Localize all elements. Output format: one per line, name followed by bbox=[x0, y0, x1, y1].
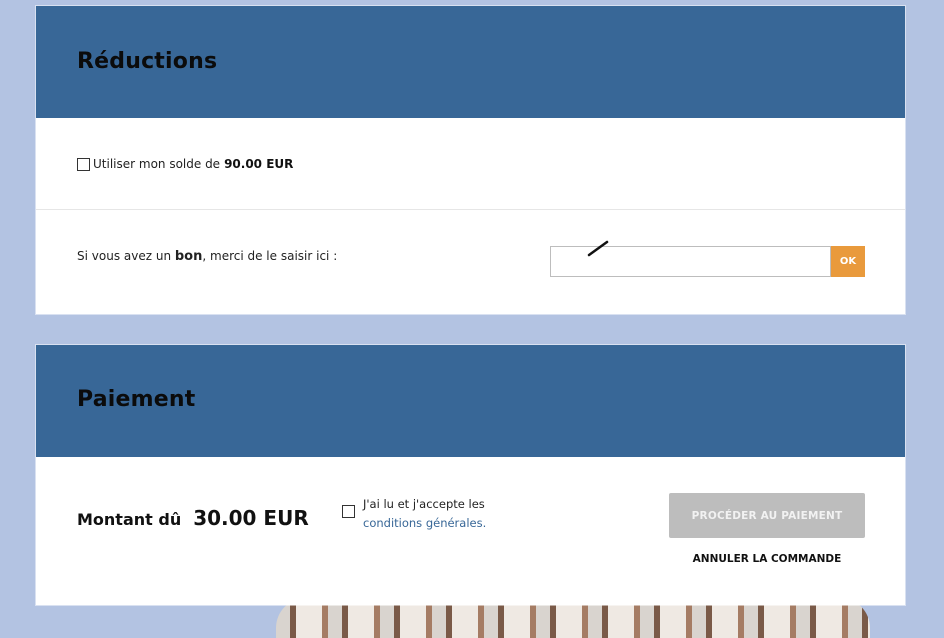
payment-title: Paiement bbox=[77, 387, 196, 412]
amount-due: Montant dû 30.00 EUR bbox=[77, 506, 309, 530]
voucher-ok-button[interactable]: OK bbox=[831, 246, 865, 277]
payment-header: Paiement bbox=[36, 345, 905, 457]
voucher-prompt: Si vous avez un bon, merci de le saisir … bbox=[77, 249, 337, 264]
amount-due-value: 30.00 EUR bbox=[193, 506, 309, 530]
terms-link[interactable]: conditions générales. bbox=[363, 516, 486, 530]
payment-panel: Paiement Montant dû 30.00 EUR J'ai lu et… bbox=[36, 345, 905, 605]
amount-due-label: Montant dû bbox=[77, 510, 182, 529]
reductions-panel: Réductions Utiliser mon solde de 90.00 E… bbox=[36, 6, 905, 314]
balance-amount: 90.00 EUR bbox=[224, 157, 294, 171]
cancel-order-link[interactable]: ANNULER LA COMMANDE bbox=[669, 553, 865, 565]
terms-label: J'ai lu et j'accepte les bbox=[363, 497, 485, 511]
terms-checkbox[interactable] bbox=[342, 505, 355, 518]
use-balance-option[interactable]: Utiliser mon solde de 90.00 EUR bbox=[77, 157, 293, 171]
reductions-header: Réductions bbox=[36, 6, 905, 118]
voucher-bold-word: bon bbox=[174, 249, 203, 264]
reductions-title: Réductions bbox=[77, 49, 218, 74]
voucher-prompt-suffix: , merci de le saisir ici : bbox=[202, 249, 338, 263]
voucher-prompt-prefix: Si vous avez un bbox=[77, 249, 172, 263]
use-balance-checkbox[interactable] bbox=[77, 157, 90, 171]
cursor-mark bbox=[587, 240, 609, 257]
use-balance-label: Utiliser mon solde de bbox=[93, 157, 221, 171]
section-divider bbox=[36, 209, 905, 210]
proceed-payment-button[interactable]: PROCÉDER AU PAIEMENT bbox=[669, 493, 865, 538]
terms-text: J'ai lu et j'accepte les conditions géné… bbox=[363, 495, 523, 533]
